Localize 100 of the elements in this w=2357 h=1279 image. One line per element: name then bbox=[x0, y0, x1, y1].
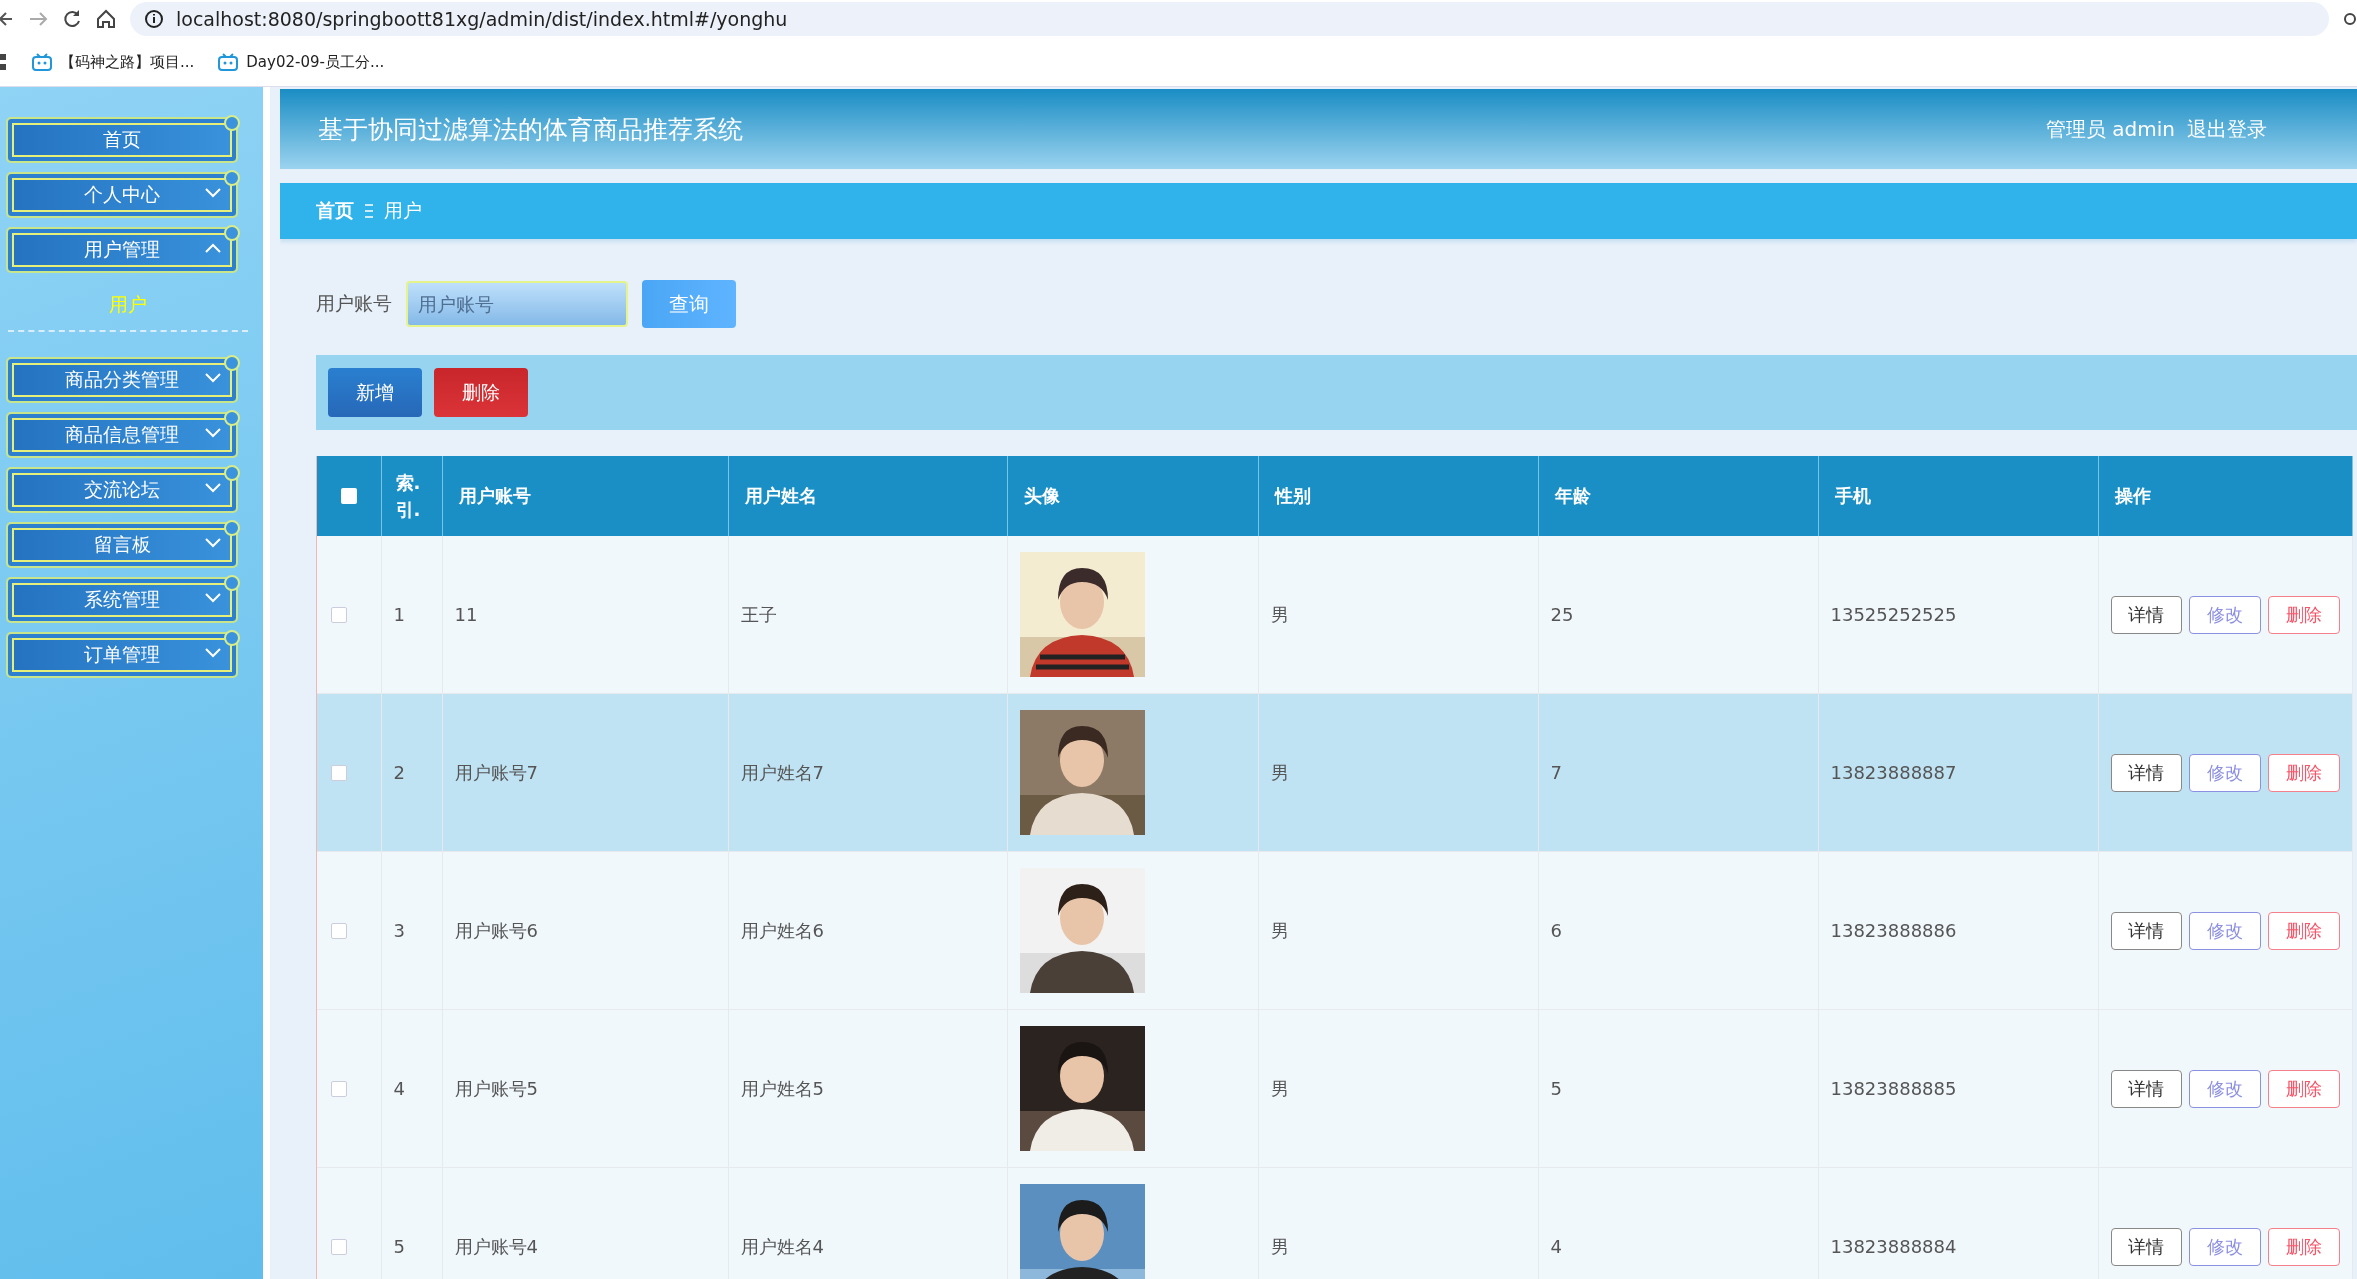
ornament-icon bbox=[224, 465, 240, 481]
bookmark[interactable]: 【码神之路】项目... bbox=[32, 52, 195, 72]
table-row[interactable]: 2 用户账号7 用户姓名7 男 7 13823888887 详情 修改 删除 bbox=[317, 693, 2352, 852]
column-header: 用户姓名 bbox=[744, 485, 817, 506]
table-cell: 男 bbox=[1270, 919, 1289, 941]
ornament-icon bbox=[224, 630, 240, 646]
table-cell: 3 bbox=[393, 920, 405, 941]
ornament-icon bbox=[224, 170, 240, 186]
column-header: 索.引. bbox=[395, 471, 421, 522]
menu-item[interactable]: 订单管理 bbox=[6, 632, 238, 678]
table-row[interactable]: 5 用户账号4 用户姓名4 男 4 13823888884 详情 修改 删除 bbox=[317, 1167, 2352, 1279]
table-cell: 5 bbox=[393, 1236, 405, 1257]
query-button[interactable]: 查询 bbox=[642, 280, 736, 328]
ornament-icon bbox=[224, 225, 240, 241]
delete-button[interactable]: 删除 bbox=[2267, 753, 2340, 792]
address-bar[interactable]: localhost:8080/springboott81xg/admin/dist/index.html#/yonghu bbox=[130, 2, 2329, 36]
edit-button[interactable]: 修改 bbox=[2189, 595, 2261, 634]
edit-button[interactable]: 修改 bbox=[2189, 753, 2261, 792]
table-row[interactable]: 3 用户账号6 用户姓名6 男 6 13823888886 详情 修改 删除 bbox=[317, 851, 2352, 1010]
edit-button[interactable]: 修改 bbox=[2189, 1227, 2261, 1266]
table-cell: 13823888885 bbox=[1830, 1078, 1957, 1099]
ornament-icon bbox=[224, 355, 240, 371]
table-cell: 用户姓名7 bbox=[740, 761, 824, 783]
edit-button[interactable]: 修改 bbox=[2189, 911, 2261, 950]
table-cell: 用户账号5 bbox=[454, 1077, 538, 1099]
table-cell: 13823888887 bbox=[1830, 762, 1957, 783]
add-button[interactable]: 新增 bbox=[328, 368, 422, 417]
delete-button[interactable]: 删除 bbox=[434, 368, 528, 417]
user-label: 管理员 admin bbox=[2045, 115, 2175, 143]
menu-item[interactable]: 留言板 bbox=[6, 522, 238, 568]
table-cell: 5 bbox=[1550, 1078, 1562, 1099]
menu-item[interactable]: 个人中心 bbox=[6, 172, 238, 218]
menu-item[interactable]: 商品分类管理 bbox=[6, 357, 238, 403]
row-checkbox[interactable] bbox=[331, 922, 347, 939]
ornament-icon bbox=[224, 410, 240, 426]
menu-item[interactable]: 首页 bbox=[6, 117, 238, 163]
menu-item[interactable]: 商品信息管理 bbox=[6, 412, 238, 458]
table-cell: 2 bbox=[393, 762, 405, 783]
delete-button[interactable]: 删除 bbox=[2267, 911, 2340, 950]
table-cell: 用户账号4 bbox=[454, 1235, 538, 1257]
breadcrumb-item[interactable]: 首页 bbox=[316, 198, 354, 224]
table-cell: 用户账号7 bbox=[454, 761, 538, 783]
column-header: 操作 bbox=[2114, 485, 2151, 506]
row-checkbox[interactable] bbox=[331, 764, 347, 781]
tv-icon bbox=[218, 53, 239, 71]
site-icon[interactable] bbox=[2343, 12, 2357, 26]
ornament-icon bbox=[224, 575, 240, 591]
row-checkbox[interactable] bbox=[331, 1238, 347, 1255]
menu-item[interactable]: 交流论坛 bbox=[6, 467, 238, 513]
table-cell: 25 bbox=[1550, 604, 1574, 625]
table-cell: 用户账号6 bbox=[454, 919, 538, 941]
detail-button[interactable]: 详情 bbox=[2110, 595, 2183, 634]
table-cell: 13823888886 bbox=[1830, 920, 1957, 941]
row-checkbox[interactable] bbox=[331, 1080, 347, 1097]
tv-icon bbox=[32, 53, 52, 71]
url-text: localhost:8080/springboott81xg/admin/dist/index.html#/yonghu bbox=[176, 8, 788, 30]
select-all-checkbox[interactable] bbox=[340, 488, 357, 504]
menu-item[interactable]: 用户管理 bbox=[6, 227, 238, 273]
delete-button[interactable]: 删除 bbox=[2267, 1227, 2340, 1266]
table-row[interactable]: 1 11 王子 男 25 13525252525 详情 修改 删除 bbox=[317, 536, 2352, 694]
home-icon[interactable] bbox=[96, 9, 116, 29]
column-header: 手机 bbox=[1834, 485, 1871, 506]
row-checkbox[interactable] bbox=[331, 606, 347, 623]
delete-button[interactable]: 删除 bbox=[2267, 595, 2340, 634]
delete-button[interactable]: 删除 bbox=[2267, 1069, 2340, 1108]
table-cell: 男 bbox=[1270, 603, 1289, 625]
table-cell: 13525252525 bbox=[1830, 604, 1957, 625]
table-cell: 11 bbox=[454, 604, 478, 625]
table-row[interactable]: 4 用户账号5 用户姓名5 男 5 13823888885 详情 修改 删除 bbox=[317, 1009, 2352, 1168]
apps-icon[interactable] bbox=[0, 52, 8, 72]
search-field[interactable]: 用户账号 bbox=[406, 281, 628, 327]
table-cell: 13823888884 bbox=[1830, 1236, 1957, 1257]
info-icon[interactable] bbox=[144, 9, 164, 29]
column-header: 头像 bbox=[1023, 485, 1060, 506]
detail-button[interactable]: 详情 bbox=[2110, 911, 2183, 950]
detail-button[interactable]: 详情 bbox=[2110, 1069, 2183, 1108]
ornament-icon bbox=[224, 520, 240, 536]
table-cell: 4 bbox=[1550, 1236, 1562, 1257]
table-cell: 4 bbox=[393, 1078, 405, 1099]
table-cell: 男 bbox=[1270, 1235, 1289, 1257]
column-header: 用户账号 bbox=[458, 485, 531, 506]
table-cell: 男 bbox=[1270, 1077, 1289, 1099]
table-cell: 7 bbox=[1550, 762, 1562, 783]
breadcrumb-item[interactable]: 用户 bbox=[384, 198, 422, 224]
logout-link[interactable]: 退出登录 bbox=[2187, 115, 2267, 143]
bookmark[interactable]: Day02-09-员工分... bbox=[218, 52, 385, 72]
table-cell: 男 bbox=[1270, 761, 1289, 783]
app-title: 基于协同过滤算法的体育商品推荐系统 bbox=[318, 113, 743, 146]
column-header: 性别 bbox=[1274, 485, 1311, 506]
edit-button[interactable]: 修改 bbox=[2189, 1069, 2261, 1108]
ornament-icon bbox=[224, 115, 240, 131]
detail-button[interactable]: 详情 bbox=[2110, 753, 2183, 792]
table-cell: 6 bbox=[1550, 920, 1562, 941]
table-cell: 1 bbox=[393, 604, 405, 625]
table-cell: 用户姓名6 bbox=[740, 919, 824, 941]
menu-item[interactable]: 系统管理 bbox=[6, 577, 238, 623]
reload-icon[interactable] bbox=[62, 9, 82, 29]
menu-icon bbox=[364, 203, 374, 219]
detail-button[interactable]: 详情 bbox=[2110, 1227, 2183, 1266]
table-cell: 王子 bbox=[740, 603, 777, 625]
